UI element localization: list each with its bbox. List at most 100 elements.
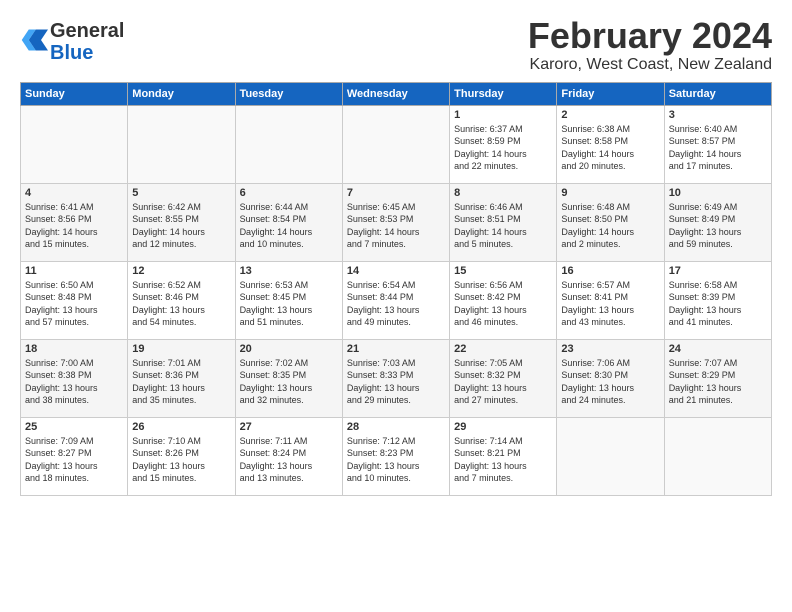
day-number: 20 [240, 343, 338, 355]
logo-blue: Blue [50, 42, 93, 64]
calendar-cell: 4 Sunrise: 6:41 AM Sunset: 8:56 PM Daylig… [21, 183, 128, 261]
calendar-cell: 26 Sunrise: 7:10 AM Sunset: 8:26 PM Dayli… [128, 417, 235, 495]
calendar-cell: 10 Sunrise: 6:49 AM Sunset: 8:49 PM Dayli… [664, 183, 771, 261]
calendar-cell: 22 Sunrise: 7:05 AM Sunset: 8:32 PM Dayli… [450, 339, 557, 417]
calendar-cell: 17 Sunrise: 6:58 AM Sunset: 8:39 PM Dayli… [664, 261, 771, 339]
calendar-header-row: SundayMondayTuesdayWednesdayThursdayFrid… [21, 82, 772, 105]
day-info: Sunrise: 7:03 AM Sunset: 8:33 PM Dayligh… [347, 357, 445, 407]
calendar-cell: 1 Sunrise: 6:37 AM Sunset: 8:59 PM Daylig… [450, 105, 557, 183]
calendar-cell: 15Sunrise: 6:56 AM Sunset: 8:42 PM Dayli… [450, 261, 557, 339]
day-info: Sunrise: 7:14 AM Sunset: 8:21 PM Dayligh… [454, 435, 552, 485]
day-number: 17 [669, 265, 767, 277]
day-number: 3 [669, 109, 767, 121]
day-number: 29 [454, 421, 552, 433]
day-info: Sunrise: 7:00 AM Sunset: 8:38 PM Dayligh… [25, 357, 123, 407]
calendar-week-row: 1 Sunrise: 6:37 AM Sunset: 8:59 PM Daylig… [21, 105, 772, 183]
day-number: 27 [240, 421, 338, 433]
day-number: 14 [347, 265, 445, 277]
weekday-header: Wednesday [342, 82, 449, 105]
logo-general: General [50, 20, 124, 42]
day-number: 15 [454, 265, 552, 277]
calendar-cell: 3 Sunrise: 6:40 AM Sunset: 8:57 PM Daylig… [664, 105, 771, 183]
calendar-week-row: 18 Sunrise: 7:00 AM Sunset: 8:38 PM Dayli… [21, 339, 772, 417]
logo: General Blue [20, 20, 124, 64]
day-info: Sunrise: 6:37 AM Sunset: 8:59 PM Dayligh… [454, 123, 552, 173]
title-section: February 2024 Karoro, West Coast, New Ze… [528, 16, 772, 74]
calendar-subtitle: Karoro, West Coast, New Zealand [528, 56, 772, 74]
day-info: Sunrise: 6:49 AM Sunset: 8:49 PM Dayligh… [669, 201, 767, 251]
day-number: 7 [347, 187, 445, 199]
calendar-cell [342, 105, 449, 183]
day-number: 23 [561, 343, 659, 355]
calendar-week-row: 4 Sunrise: 6:41 AM Sunset: 8:56 PM Daylig… [21, 183, 772, 261]
calendar-cell [557, 417, 664, 495]
calendar-cell: 20 Sunrise: 7:02 AM Sunset: 8:35 PM Dayli… [235, 339, 342, 417]
calendar-cell: 25 Sunrise: 7:09 AM Sunset: 8:27 PM Dayli… [21, 417, 128, 495]
day-info: Sunrise: 6:57 AM Sunset: 8:41 PM Dayligh… [561, 279, 659, 329]
weekday-header: Tuesday [235, 82, 342, 105]
calendar-cell: 9Sunrise: 6:48 AM Sunset: 8:50 PM Daylig… [557, 183, 664, 261]
weekday-header: Monday [128, 82, 235, 105]
day-number: 19 [132, 343, 230, 355]
day-number: 25 [25, 421, 123, 433]
day-info: Sunrise: 7:06 AM Sunset: 8:30 PM Dayligh… [561, 357, 659, 407]
calendar-cell: 28 Sunrise: 7:12 AM Sunset: 8:23 PM Dayli… [342, 417, 449, 495]
day-number: 10 [669, 187, 767, 199]
day-info: Sunrise: 6:38 AM Sunset: 8:58 PM Dayligh… [561, 123, 659, 173]
day-number: 18 [25, 343, 123, 355]
calendar-cell: 12 Sunrise: 6:52 AM Sunset: 8:46 PM Dayli… [128, 261, 235, 339]
calendar-cell: 24 Sunrise: 7:07 AM Sunset: 8:29 PM Dayli… [664, 339, 771, 417]
calendar-cell: 13 Sunrise: 6:53 AM Sunset: 8:45 PM Dayli… [235, 261, 342, 339]
day-number: 16 [561, 265, 659, 277]
calendar-title: February 2024 [528, 16, 772, 56]
weekday-header: Friday [557, 82, 664, 105]
day-number: 26 [132, 421, 230, 433]
calendar-cell: 5 Sunrise: 6:42 AM Sunset: 8:55 PM Daylig… [128, 183, 235, 261]
day-number: 28 [347, 421, 445, 433]
day-info: Sunrise: 6:41 AM Sunset: 8:56 PM Dayligh… [25, 201, 123, 251]
calendar-week-row: 25 Sunrise: 7:09 AM Sunset: 8:27 PM Dayli… [21, 417, 772, 495]
calendar-table: SundayMondayTuesdayWednesdayThursdayFrid… [20, 82, 772, 496]
day-number: 12 [132, 265, 230, 277]
calendar-cell: 18 Sunrise: 7:00 AM Sunset: 8:38 PM Dayli… [21, 339, 128, 417]
day-number: 22 [454, 343, 552, 355]
calendar-cell: 29 Sunrise: 7:14 AM Sunset: 8:21 PM Dayli… [450, 417, 557, 495]
day-info: Sunrise: 6:45 AM Sunset: 8:53 PM Dayligh… [347, 201, 445, 251]
day-info: Sunrise: 7:10 AM Sunset: 8:26 PM Dayligh… [132, 435, 230, 485]
day-number: 24 [669, 343, 767, 355]
calendar-cell: 14 Sunrise: 6:54 AM Sunset: 8:44 PM Dayli… [342, 261, 449, 339]
day-info: Sunrise: 6:50 AM Sunset: 8:48 PM Dayligh… [25, 279, 123, 329]
day-number: 1 [454, 109, 552, 121]
day-info: Sunrise: 6:40 AM Sunset: 8:57 PM Dayligh… [669, 123, 767, 173]
calendar-cell: 8Sunrise: 6:46 AM Sunset: 8:51 PM Daylig… [450, 183, 557, 261]
header-section: General Blue February 2024 Karoro, West … [20, 16, 772, 74]
day-info: Sunrise: 7:12 AM Sunset: 8:23 PM Dayligh… [347, 435, 445, 485]
day-number: 6 [240, 187, 338, 199]
calendar-cell: 16 Sunrise: 6:57 AM Sunset: 8:41 PM Dayli… [557, 261, 664, 339]
day-number: 9 [561, 187, 659, 199]
day-number: 21 [347, 343, 445, 355]
calendar-week-row: 11 Sunrise: 6:50 AM Sunset: 8:48 PM Dayli… [21, 261, 772, 339]
calendar-cell: 21 Sunrise: 7:03 AM Sunset: 8:33 PM Dayli… [342, 339, 449, 417]
day-number: 5 [132, 187, 230, 199]
day-number: 11 [25, 265, 123, 277]
day-info: Sunrise: 7:02 AM Sunset: 8:35 PM Dayligh… [240, 357, 338, 407]
day-info: Sunrise: 7:09 AM Sunset: 8:27 PM Dayligh… [25, 435, 123, 485]
day-info: Sunrise: 7:05 AM Sunset: 8:32 PM Dayligh… [454, 357, 552, 407]
calendar-cell: 11 Sunrise: 6:50 AM Sunset: 8:48 PM Dayli… [21, 261, 128, 339]
day-info: Sunrise: 6:46 AM Sunset: 8:51 PM Dayligh… [454, 201, 552, 251]
day-number: 4 [25, 187, 123, 199]
day-info: Sunrise: 6:42 AM Sunset: 8:55 PM Dayligh… [132, 201, 230, 251]
day-info: Sunrise: 6:54 AM Sunset: 8:44 PM Dayligh… [347, 279, 445, 329]
weekday-header: Sunday [21, 82, 128, 105]
day-info: Sunrise: 6:53 AM Sunset: 8:45 PM Dayligh… [240, 279, 338, 329]
day-info: Sunrise: 7:07 AM Sunset: 8:29 PM Dayligh… [669, 357, 767, 407]
weekday-header: Thursday [450, 82, 557, 105]
logo-text: General Blue [50, 20, 124, 64]
calendar-cell [235, 105, 342, 183]
calendar-cell: 19Sunrise: 7:01 AM Sunset: 8:36 PM Dayli… [128, 339, 235, 417]
day-number: 13 [240, 265, 338, 277]
day-info: Sunrise: 6:58 AM Sunset: 8:39 PM Dayligh… [669, 279, 767, 329]
calendar-cell [664, 417, 771, 495]
day-info: Sunrise: 6:52 AM Sunset: 8:46 PM Dayligh… [132, 279, 230, 329]
